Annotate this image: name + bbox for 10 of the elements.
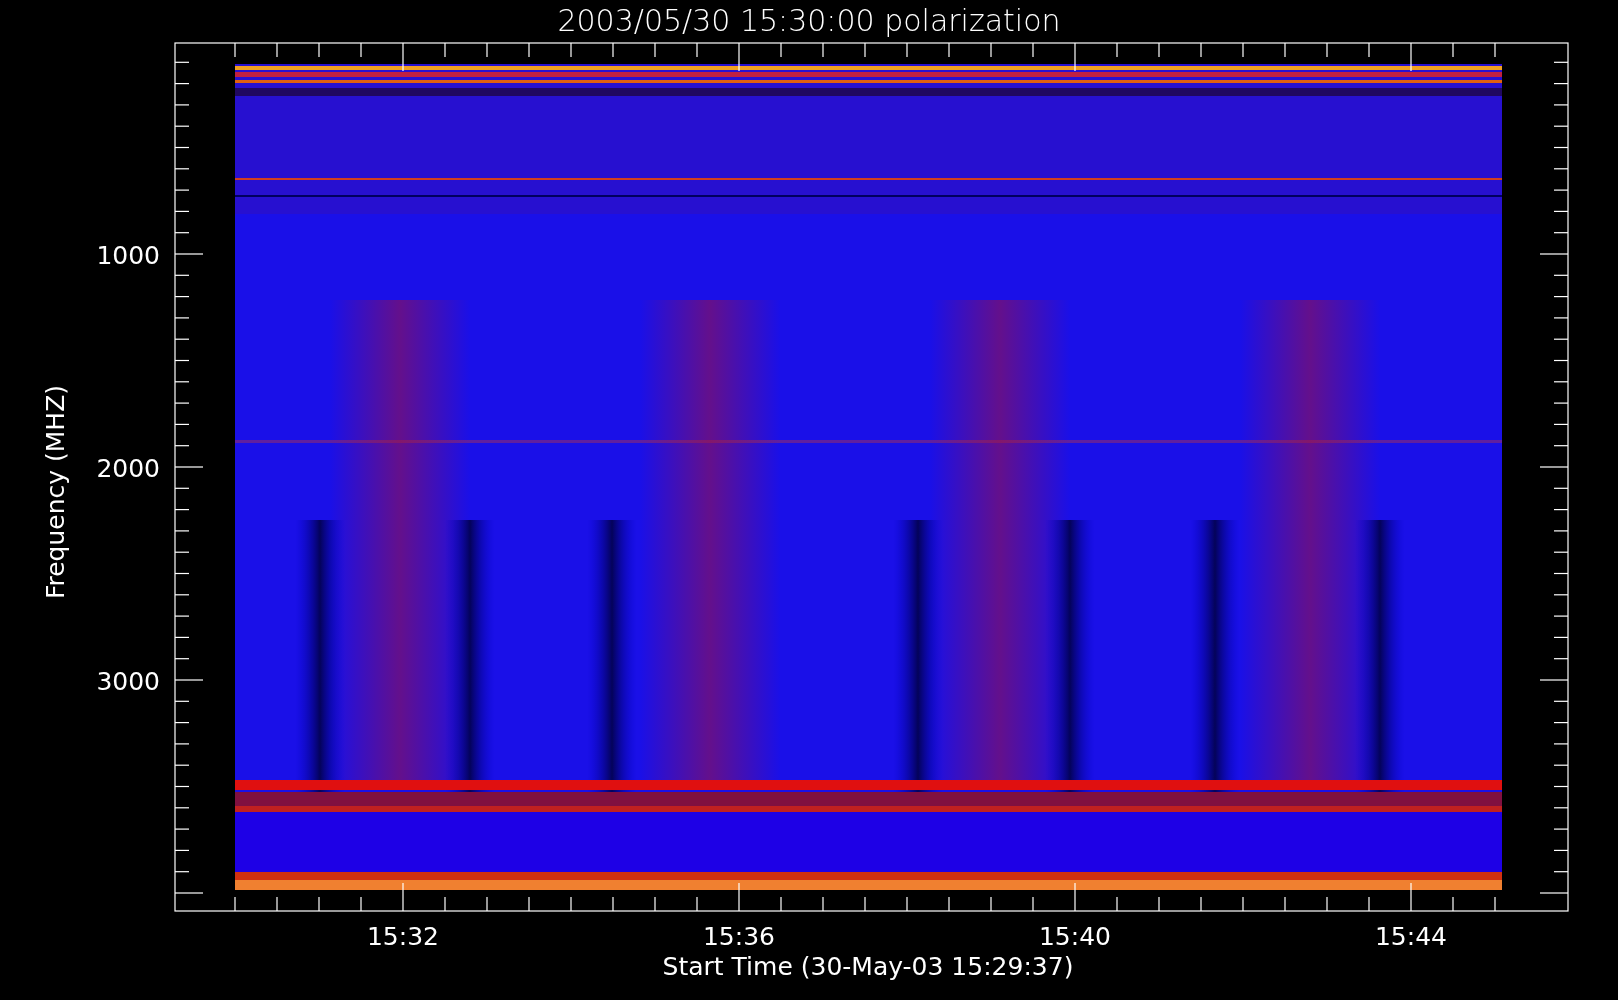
- tick-label: 15:44: [1375, 922, 1447, 951]
- tick-label: 2000: [96, 454, 160, 483]
- tick-label: 15:40: [1039, 922, 1111, 951]
- tick-label: 15:32: [367, 922, 439, 951]
- y-axis-label: Frequency (MHZ): [41, 384, 70, 600]
- plot-title: 2003/05/30 15:30:00 polarization: [557, 3, 1061, 38]
- tick-label: 3000: [96, 667, 160, 696]
- tick-label: 15:36: [703, 922, 775, 951]
- x-axis-label: Start Time (30-May-03 15:29:37): [662, 952, 1074, 981]
- tick-label: 1000: [96, 241, 160, 270]
